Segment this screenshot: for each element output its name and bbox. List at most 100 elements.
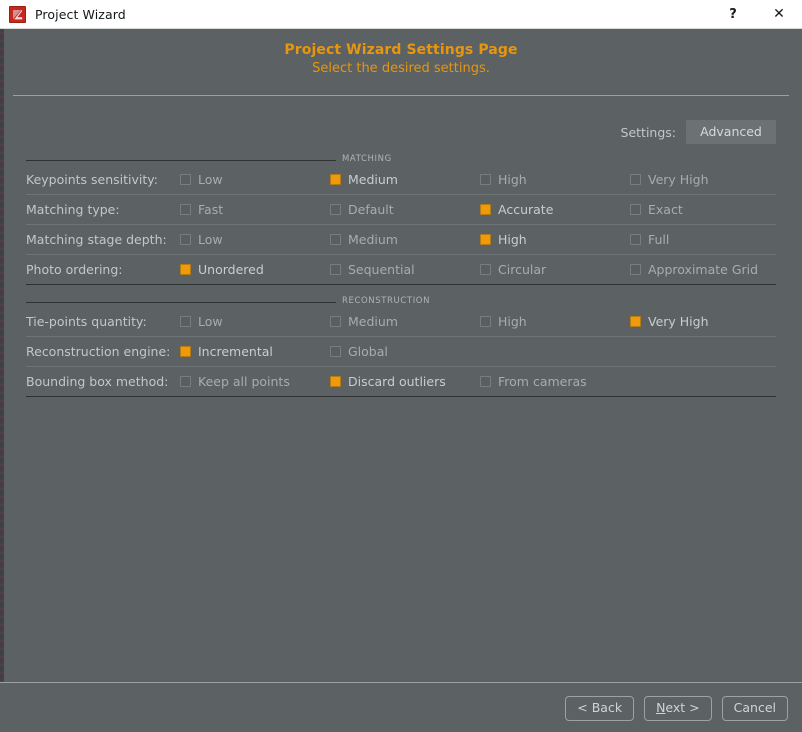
option-cell[interactable]: Full [630, 225, 776, 255]
option-cell[interactable]: Keep all points [180, 367, 330, 397]
wizard-buttons: < Back Next > Cancel [565, 696, 788, 721]
option-cell[interactable]: Circular [480, 255, 630, 285]
checkbox-unchecked-icon[interactable] [180, 316, 191, 327]
option-cell[interactable]: Exact [630, 195, 776, 225]
option-cell[interactable]: Unordered [180, 255, 330, 285]
checkbox-unchecked-icon[interactable] [330, 264, 341, 275]
checkbox-unchecked-icon[interactable] [330, 316, 341, 327]
checkbox-unchecked-icon[interactable] [630, 264, 641, 275]
checkbox-option[interactable]: Circular [480, 262, 630, 277]
option-cell-empty [480, 337, 630, 367]
checkbox-label: High [498, 314, 527, 329]
close-icon[interactable]: ✕ [756, 0, 802, 29]
checkbox-option[interactable]: High [480, 314, 630, 329]
option-cell[interactable]: High [480, 225, 630, 255]
checkbox-option[interactable]: Discard outliers [330, 374, 480, 389]
checkbox-unchecked-icon[interactable] [330, 204, 341, 215]
option-cell[interactable]: Low [180, 165, 330, 195]
option-cell[interactable]: Very High [630, 165, 776, 195]
checkbox-unchecked-icon[interactable] [330, 234, 341, 245]
checkbox-option[interactable]: Low [180, 172, 330, 187]
next-button[interactable]: Next > [644, 696, 712, 721]
checkbox-option[interactable]: Low [180, 232, 330, 247]
checkbox-label: Incremental [198, 344, 273, 359]
checkbox-option[interactable]: Very High [630, 172, 776, 187]
checkbox-checked-icon[interactable] [480, 204, 491, 215]
option-cell-empty [630, 337, 776, 367]
option-cell[interactable]: Low [180, 225, 330, 255]
option-row: Photo ordering:UnorderedSequentialCircul… [26, 255, 776, 285]
checkbox-option[interactable]: Unordered [180, 262, 330, 277]
checkbox-unchecked-icon[interactable] [180, 204, 191, 215]
checkbox-label: Global [348, 344, 388, 359]
option-cell[interactable]: Fast [180, 195, 330, 225]
checkbox-checked-icon[interactable] [330, 174, 341, 185]
option-cell[interactable]: Global [330, 337, 480, 367]
option-cell[interactable]: Sequential [330, 255, 480, 285]
checkbox-option[interactable]: Global [330, 344, 480, 359]
checkbox-checked-icon[interactable] [480, 234, 491, 245]
help-icon[interactable]: ? [710, 0, 756, 29]
checkbox-option[interactable]: Default [330, 202, 480, 217]
checkbox-unchecked-icon[interactable] [630, 174, 641, 185]
option-cell[interactable]: Incremental [180, 337, 330, 367]
checkbox-option[interactable]: Keep all points [180, 374, 330, 389]
option-cell[interactable]: Accurate [480, 195, 630, 225]
checkbox-option[interactable]: Medium [330, 172, 480, 187]
option-cell[interactable]: High [480, 165, 630, 195]
checkbox-label: Low [198, 314, 223, 329]
cancel-button[interactable]: Cancel [722, 696, 788, 721]
checkbox-option[interactable]: From cameras [480, 374, 630, 389]
checkbox-label: High [498, 172, 527, 187]
checkbox-label: Discard outliers [348, 374, 446, 389]
settings-preset-button[interactable]: Advanced [686, 120, 776, 144]
checkbox-checked-icon[interactable] [330, 376, 341, 387]
checkbox-unchecked-icon[interactable] [480, 316, 491, 327]
option-cell[interactable]: Approximate Grid [630, 255, 776, 285]
page-title: Project Wizard Settings Page [0, 41, 802, 60]
checkbox-unchecked-icon[interactable] [480, 376, 491, 387]
group-caption: RECONSTRUCTION [336, 296, 436, 306]
checkbox-unchecked-icon[interactable] [180, 174, 191, 185]
checkbox-label: From cameras [498, 374, 587, 389]
checkbox-option[interactable]: Fast [180, 202, 330, 217]
checkbox-checked-icon[interactable] [180, 264, 191, 275]
checkbox-unchecked-icon[interactable] [480, 174, 491, 185]
checkbox-option[interactable]: Very High [630, 314, 776, 329]
app-icon [9, 6, 26, 23]
checkbox-option[interactable]: Full [630, 232, 776, 247]
checkbox-unchecked-icon[interactable] [630, 234, 641, 245]
option-cell[interactable]: High [480, 307, 630, 337]
option-cell[interactable]: Very High [630, 307, 776, 337]
option-cell[interactable]: Medium [330, 225, 480, 255]
checkbox-unchecked-icon[interactable] [630, 204, 641, 215]
checkbox-unchecked-icon[interactable] [330, 346, 341, 357]
group-rule-left [26, 302, 336, 303]
checkbox-option[interactable]: Exact [630, 202, 776, 217]
option-cell[interactable]: Medium [330, 165, 480, 195]
checkbox-checked-icon[interactable] [180, 346, 191, 357]
checkbox-option[interactable]: Low [180, 314, 330, 329]
checkbox-option[interactable]: High [480, 232, 630, 247]
back-button[interactable]: < Back [565, 696, 634, 721]
group-caption-line: MATCHING [26, 155, 776, 165]
checkbox-option[interactable]: Medium [330, 232, 480, 247]
checkbox-option[interactable]: Sequential [330, 262, 480, 277]
checkbox-unchecked-icon[interactable] [180, 376, 191, 387]
option-cell[interactable]: Default [330, 195, 480, 225]
option-cell[interactable]: From cameras [480, 367, 630, 397]
checkbox-option[interactable]: Medium [330, 314, 480, 329]
checkbox-label: Medium [348, 232, 398, 247]
checkbox-checked-icon[interactable] [630, 316, 641, 327]
checkbox-option[interactable]: Accurate [480, 202, 630, 217]
checkbox-option[interactable]: Approximate Grid [630, 262, 776, 277]
page-subtitle: Select the desired settings. [0, 60, 802, 78]
checkbox-option[interactable]: Incremental [180, 344, 330, 359]
option-cell[interactable]: Medium [330, 307, 480, 337]
settings-preset-label: Settings: [621, 125, 676, 140]
checkbox-unchecked-icon[interactable] [480, 264, 491, 275]
option-cell[interactable]: Discard outliers [330, 367, 480, 397]
checkbox-unchecked-icon[interactable] [180, 234, 191, 245]
checkbox-option[interactable]: High [480, 172, 630, 187]
option-cell[interactable]: Low [180, 307, 330, 337]
